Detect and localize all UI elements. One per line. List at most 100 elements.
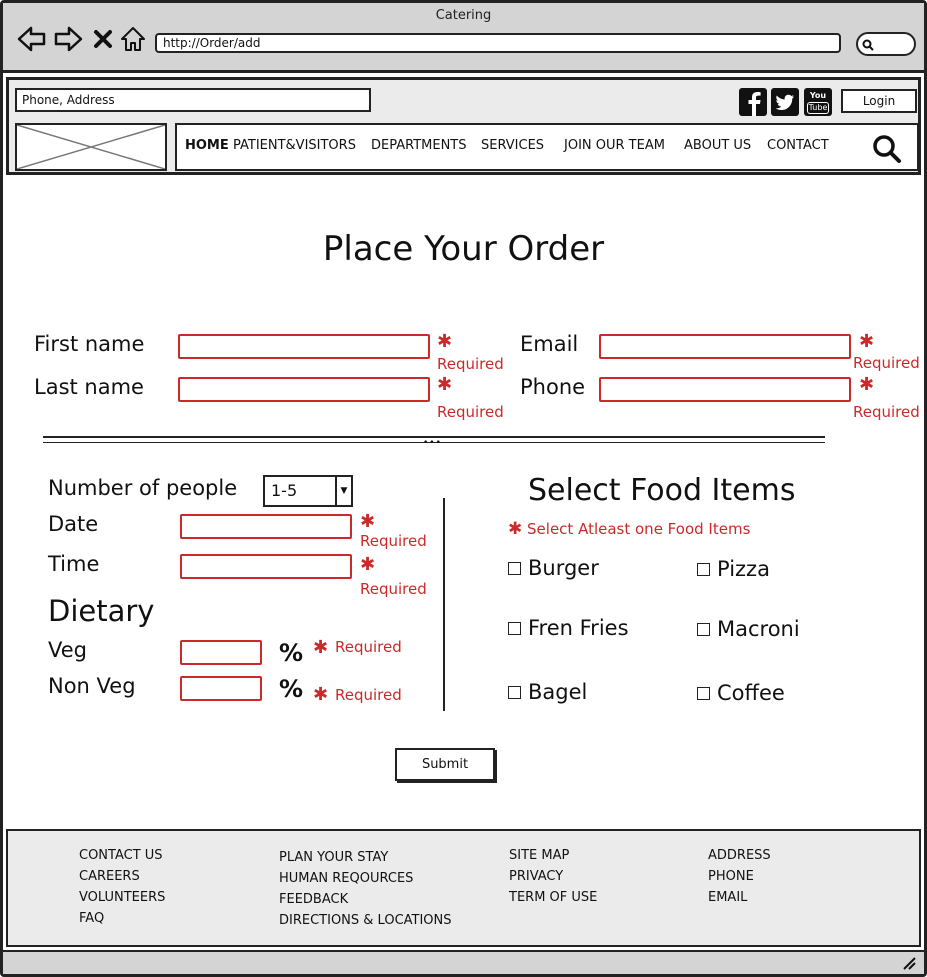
dietary-heading: Dietary (48, 594, 155, 628)
resize-grip-icon[interactable] (902, 956, 916, 970)
youtube-icon[interactable]: You Tube (804, 88, 832, 116)
food-item-label: Burger (528, 556, 599, 580)
number-of-people-label: Number of people (48, 476, 238, 500)
food-item-label: Coffee (717, 681, 785, 705)
food-item-pizza[interactable]: Pizza (697, 557, 770, 581)
url-bar[interactable]: http://Order/add (155, 33, 841, 53)
checkbox[interactable] (508, 561, 521, 575)
time-label: Time (48, 552, 100, 576)
nav-departments[interactable]: DEPARTMENTS (371, 138, 467, 153)
back-arrow-icon[interactable] (17, 25, 47, 53)
required-text: Required (437, 403, 504, 421)
page-title: Place Your Order (322, 229, 605, 269)
browser-status-bar (3, 950, 924, 974)
footer-column-4: ADDRESS PHONE EMAIL (708, 845, 771, 908)
column-divider (443, 498, 445, 711)
food-item-fren-fries[interactable]: Fren Fries (508, 616, 629, 640)
first-name-field[interactable] (178, 334, 430, 359)
required-text: Required (335, 638, 402, 656)
submit-button[interactable]: Submit (395, 748, 495, 781)
food-item-bagel[interactable]: Bagel (508, 680, 587, 704)
youtube-text-top: You (809, 91, 827, 100)
footer-link[interactable]: CONTACT US (79, 845, 165, 866)
image-placeholder-icon (16, 124, 166, 170)
footer-link[interactable]: ADDRESS (708, 845, 771, 866)
address-field[interactable]: Phone, Address (15, 88, 371, 112)
time-field[interactable] (180, 554, 352, 579)
footer-link[interactable]: PLAN YOUR STAY (279, 847, 452, 868)
twitter-icon[interactable] (771, 88, 799, 116)
footer-column-1: CONTACT US CAREERS VOLUNTEERS FAQ (79, 845, 165, 929)
required-star: ✱ (360, 554, 376, 575)
veg-percent-field[interactable] (180, 640, 262, 665)
nav-home[interactable]: HOME (185, 138, 229, 153)
stop-x-icon[interactable] (91, 25, 115, 53)
food-item-macroni[interactable]: Macroni (697, 617, 800, 641)
food-items-heading: Select Food Items (528, 473, 796, 508)
site-header: Phone, Address You Tube Login HOME PATIE… (6, 77, 921, 175)
required-text: Required (335, 686, 402, 704)
last-name-label: Last name (34, 375, 144, 399)
required-star: ✱ (859, 331, 875, 352)
checkbox[interactable] (508, 621, 521, 635)
browser-search-field[interactable] (856, 32, 916, 56)
nav-patient-visitors[interactable]: PATIENT&VISITORS (233, 138, 356, 153)
main-navigation: HOME PATIENT&VISITORS DEPARTMENTS SERVIC… (175, 123, 919, 171)
checkbox[interactable] (697, 686, 710, 700)
forward-arrow-icon[interactable] (53, 25, 83, 53)
footer-link[interactable]: FAQ (79, 908, 165, 929)
nav-services[interactable]: SERVICES (481, 138, 544, 153)
non-veg-label: Non Veg (48, 674, 136, 698)
nav-about-us[interactable]: ABOUT US (684, 138, 751, 153)
required-text: Required (853, 403, 920, 421)
nav-join-our-team[interactable]: JOIN OUR TEAM (564, 138, 665, 153)
required-star: ✱ (313, 684, 329, 705)
footer-link[interactable]: PRIVACY (509, 866, 597, 887)
footer-column-2: PLAN YOUR STAY HUMAN REQOURCES FEEDBACK … (279, 847, 452, 931)
required-text: Required (437, 355, 504, 373)
footer-link[interactable]: PHONE (708, 866, 771, 887)
nav-contact[interactable]: CONTACT (767, 138, 829, 153)
email-label: Email (520, 332, 579, 356)
login-button[interactable]: Login (841, 89, 917, 113)
date-field[interactable] (180, 514, 352, 539)
divider-grip-icon: ••• (423, 438, 442, 448)
footer-column-3: SITE MAP PRIVACY TERM OF USE (509, 845, 597, 908)
footer-link[interactable]: FEEDBACK (279, 889, 452, 910)
required-text: Required (853, 354, 920, 372)
youtube-text-bottom: Tube (807, 102, 829, 114)
logo-placeholder (15, 123, 167, 171)
checkbox[interactable] (697, 562, 710, 576)
required-star: ✱ (437, 331, 453, 352)
footer-link[interactable]: EMAIL (708, 887, 771, 908)
required-text: Required (360, 532, 427, 550)
number-of-people-select[interactable]: 1-5 ▼ (263, 475, 353, 507)
email-field[interactable] (599, 334, 851, 359)
food-item-coffee[interactable]: Coffee (697, 681, 785, 705)
footer-link[interactable]: VOLUNTEERS (79, 887, 165, 908)
phone-label: Phone (520, 375, 586, 399)
window-title: Catering (435, 8, 492, 23)
phone-field[interactable] (599, 377, 851, 402)
footer-link[interactable]: CAREERS (79, 866, 165, 887)
food-required-text: Select Atleast one Food Items (527, 520, 751, 538)
facebook-icon[interactable] (739, 88, 767, 116)
footer-link[interactable]: SITE MAP (509, 845, 597, 866)
footer-link[interactable]: TERM OF USE (509, 887, 597, 908)
last-name-field[interactable] (178, 377, 430, 402)
dropdown-arrow-icon[interactable]: ▼ (335, 477, 351, 505)
checkbox[interactable] (697, 622, 710, 636)
food-item-burger[interactable]: Burger (508, 556, 599, 580)
non-veg-percent-field[interactable] (180, 676, 262, 701)
checkbox[interactable] (508, 685, 521, 699)
required-star: ✱ (313, 637, 329, 658)
search-icon[interactable] (871, 133, 903, 165)
required-star: ✱ (508, 519, 523, 539)
non-veg-percent-sign: % (279, 675, 304, 703)
footer-link[interactable]: HUMAN REQOURCES (279, 868, 452, 889)
home-icon[interactable] (119, 25, 147, 53)
food-item-label: Pizza (717, 557, 770, 581)
first-name-label: First name (34, 332, 145, 356)
magnifier-icon (862, 39, 874, 51)
footer-link[interactable]: DIRECTIONS & LOCATIONS (279, 910, 452, 931)
